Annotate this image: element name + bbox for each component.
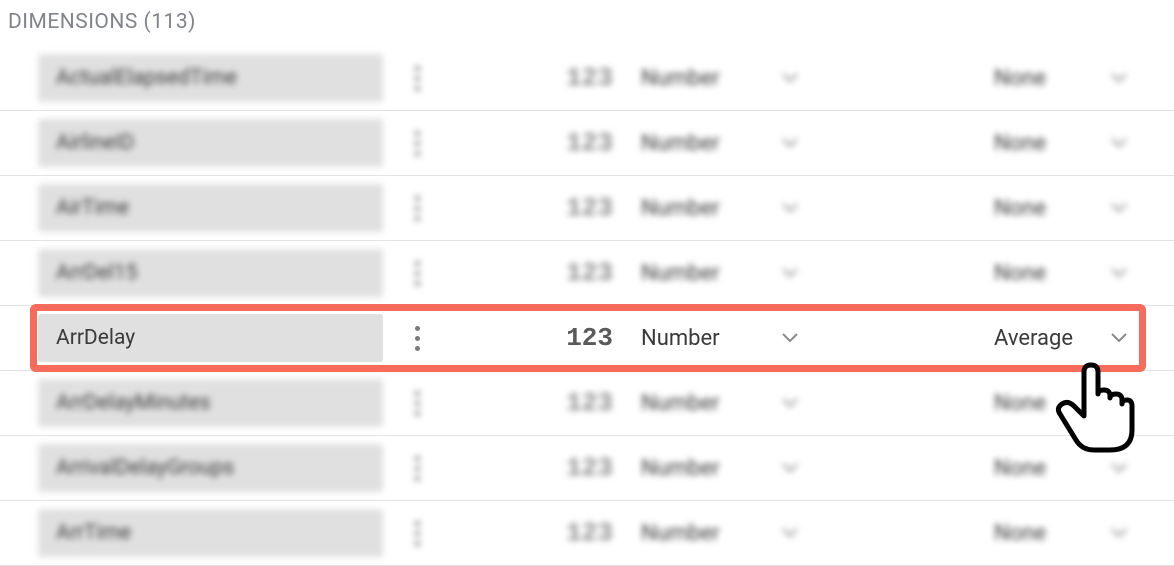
field-pill[interactable]: ActualElapsedTime [38,54,383,102]
dimensions-rows: ActualElapsedTime 123 Number None Airlin… [0,46,1174,566]
chevron-down-icon[interactable] [779,398,801,408]
type-badge-123: 123 [557,518,613,548]
type-select-label[interactable]: Number [641,131,761,156]
field-pill[interactable]: ArrTime [38,509,383,557]
type-select-label[interactable]: Number [641,196,761,221]
dimension-row: ActualElapsedTime 123 Number None [0,46,1174,111]
dimensions-section-header: DIMENSIONS (113) [0,0,1174,46]
type-select-label[interactable]: Number [641,326,761,351]
dimension-row: ArrTime 123 Number None [0,501,1174,566]
chevron-down-icon[interactable] [1104,73,1134,83]
aggregation-select-label[interactable]: None [994,196,1104,221]
field-name: ActualElapsedTime [56,66,237,90]
field-name: AirTime [56,196,129,220]
type-badge-123: 123 [557,193,613,223]
chevron-down-icon[interactable] [779,268,801,278]
type-select-label[interactable]: Number [641,66,761,91]
dimension-row: ArrDelayMinutes 123 Number None [0,371,1174,436]
type-select-label[interactable]: Number [641,521,761,546]
chevron-down-icon[interactable] [1104,463,1134,473]
type-select-label[interactable]: Number [641,456,761,481]
type-badge-123: 123 [557,128,613,158]
chevron-down-icon[interactable] [779,333,801,343]
type-badge-123: 123 [557,453,613,483]
type-badge-123: 123 [557,323,613,353]
more-vert-icon[interactable] [397,261,437,286]
more-vert-icon[interactable] [397,196,437,221]
chevron-down-icon[interactable] [779,463,801,473]
type-select-label[interactable]: Number [641,391,761,416]
dimension-row: ArrDelay 123 Number Average [0,306,1174,371]
dimension-row: ArrivalDelayGroups 123 Number None [0,436,1174,501]
dimension-row: ArrDel15 123 Number None [0,241,1174,306]
type-badge-123: 123 [557,388,613,418]
field-pill[interactable]: ArrivalDelayGroups [38,444,383,492]
field-pill[interactable]: ArrDelayMinutes [38,379,383,427]
field-pill[interactable]: ArrDel15 [38,249,383,297]
aggregation-select-label[interactable]: None [994,391,1104,416]
field-name: ArrTime [56,521,131,545]
chevron-down-icon[interactable] [779,138,801,148]
type-badge-123: 123 [557,258,613,288]
field-pill[interactable]: AirTime [38,184,383,232]
field-name: ArrDelayMinutes [56,391,211,415]
type-badge-123: 123 [557,63,613,93]
field-name: ArrivalDelayGroups [56,456,234,480]
chevron-down-icon[interactable] [779,73,801,83]
aggregation-select-label[interactable]: None [994,521,1104,546]
field-pill[interactable]: ArrDelay [38,314,383,362]
more-vert-icon[interactable] [397,66,437,91]
aggregation-select-label[interactable]: None [994,131,1104,156]
aggregation-select-label[interactable]: None [994,66,1104,91]
chevron-down-icon[interactable] [1104,138,1134,148]
more-vert-icon[interactable] [397,391,437,416]
dimensions-count-close: ) [188,10,196,34]
dimensions-count: 113 [151,10,188,34]
aggregation-select-label[interactable]: Average [994,326,1104,351]
chevron-down-icon[interactable] [1104,398,1134,408]
more-vert-icon[interactable] [397,326,437,351]
chevron-down-icon[interactable] [1104,528,1134,538]
chevron-down-icon[interactable] [779,203,801,213]
dimension-row: AirlineID 123 Number None [0,111,1174,176]
field-name: ArrDel15 [56,261,138,285]
aggregation-select-label[interactable]: None [994,456,1104,481]
dimensions-title-text: DIMENSIONS [8,10,138,34]
more-vert-icon[interactable] [397,456,437,481]
dimension-row: AirTime 123 Number None [0,176,1174,241]
more-vert-icon[interactable] [397,521,437,546]
aggregation-select-label[interactable]: None [994,261,1104,286]
field-name: AirlineID [56,131,134,155]
type-select-label[interactable]: Number [641,261,761,286]
field-pill[interactable]: AirlineID [38,119,383,167]
chevron-down-icon[interactable] [1104,268,1134,278]
chevron-down-icon[interactable] [1104,203,1134,213]
field-name: ArrDelay [56,326,135,350]
chevron-down-icon[interactable] [1104,333,1134,343]
chevron-down-icon[interactable] [779,528,801,538]
more-vert-icon[interactable] [397,131,437,156]
